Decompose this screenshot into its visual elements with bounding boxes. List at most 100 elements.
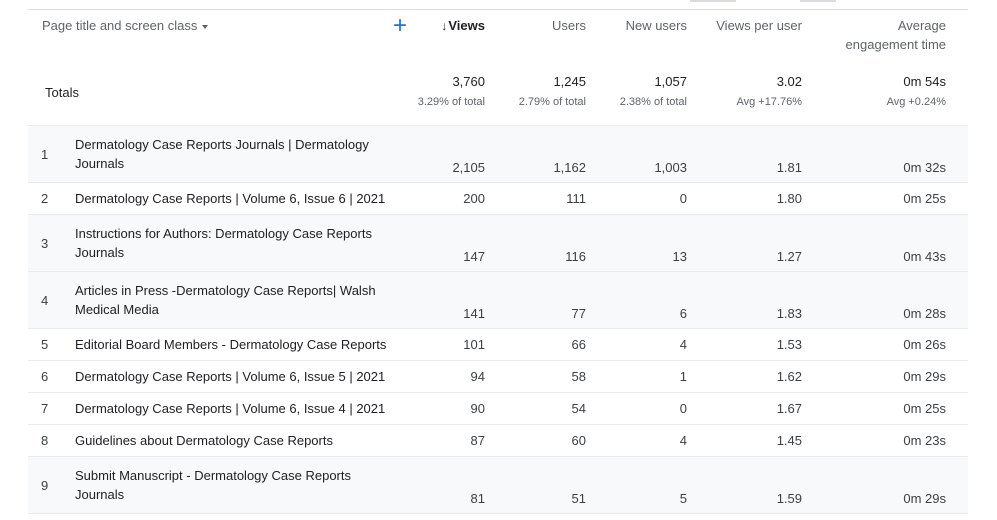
- totals-engagement: 0m 54s Avg +0.24%: [816, 59, 968, 126]
- row-views: 141: [409, 271, 499, 329]
- totals-row: Totals 3,760 3.29% of total 1,245 2.79% …: [28, 59, 968, 126]
- scroll-marker: [690, 0, 736, 2]
- caret-down-icon[interactable]: [202, 24, 209, 29]
- row-views: 81: [409, 456, 499, 514]
- table-header-row: Page title and screen class + ↓Views Use…: [28, 10, 968, 59]
- row-index: 6: [28, 360, 58, 393]
- row-engagement: 0m 28s: [816, 271, 968, 329]
- row-engagement: 0m 25s: [816, 392, 968, 425]
- dimension-selector[interactable]: Page title and screen class: [42, 18, 209, 33]
- row-new-users: 0: [600, 392, 701, 425]
- row-views: 90: [409, 392, 499, 425]
- row-page-title[interactable]: Articles in Press -Dermatology Case Repo…: [58, 271, 409, 329]
- row-index: 5: [28, 328, 58, 361]
- row-index: 3: [28, 214, 58, 272]
- table-body: 1 Dermatology Case Reports Journals | Der…: [28, 125, 968, 520]
- row-views: 94: [409, 360, 499, 393]
- row-engagement: 0m 23s: [816, 424, 968, 457]
- row-new-users: 13: [600, 214, 701, 272]
- row-views-per-user: 1.59: [701, 456, 816, 514]
- row-views-per-user: 1.83: [701, 271, 816, 329]
- row-index: 4: [28, 271, 58, 329]
- views-column-header[interactable]: ↓Views: [409, 10, 499, 59]
- table-row[interactable]: 1 Dermatology Case Reports Journals | Der…: [28, 125, 968, 183]
- totals-views-per-user-value: 3.02: [776, 74, 802, 89]
- table-row[interactable]: 8 Guidelines about Dermatology Case Repor…: [28, 424, 968, 457]
- row-index: 1: [28, 125, 58, 183]
- plus-icon[interactable]: +: [393, 14, 407, 38]
- row-title-line2: Journals: [75, 245, 125, 260]
- row-title-line1: Instructions for Authors: Dermatology Ca…: [75, 226, 372, 241]
- totals-users-value: 1,245: [553, 74, 586, 89]
- row-page-title[interactable]: Guidelines about Dermatology Case Report…: [58, 424, 409, 457]
- row-title-line1: Dermatology Case Reports | Volume 6, Iss…: [75, 401, 386, 416]
- table-row[interactable]: 2 Dermatology Case Reports | Volume 6, Is…: [28, 182, 968, 215]
- new-users-header-label: New users: [625, 18, 687, 33]
- table-row[interactable]: 6 Dermatology Case Reports | Volume 6, Is…: [28, 360, 968, 393]
- table-row[interactable]: 5 Editorial Board Members - Dermatology C…: [28, 328, 968, 361]
- views-per-user-column-header[interactable]: Views per user: [701, 10, 816, 59]
- totals-views-share: 3.29% of total: [417, 96, 485, 108]
- row-views-per-user: 1.27: [701, 214, 816, 272]
- totals-new-users-share: 2.38% of total: [619, 96, 687, 108]
- row-page-title[interactable]: Dermatology Case Reports Journals | Derm…: [58, 125, 409, 183]
- row-views: 78: [409, 513, 499, 520]
- totals-views: 3,760 3.29% of total: [409, 59, 499, 126]
- dimension-header-label: Page title and screen class: [42, 18, 198, 33]
- table-row[interactable]: 3 Instructions for Authors: Dermatology C…: [28, 214, 968, 272]
- row-title-line2: Medical Media: [75, 302, 159, 317]
- row-views: 101: [409, 328, 499, 361]
- row-views: 2,105: [409, 125, 499, 183]
- totals-users-share: 2.79% of total: [518, 96, 586, 108]
- scroll-marker: [800, 0, 836, 2]
- table-row[interactable]: 7 Dermatology Case Reports | Volume 6, Is…: [28, 392, 968, 425]
- row-title-line1: Guidelines about Dermatology Case Report…: [75, 433, 333, 448]
- row-page-title[interactable]: Editorial Board Members - Dermatology Ca…: [58, 328, 409, 361]
- row-views-per-user: 1.53: [701, 328, 816, 361]
- row-page-title[interactable]: Dermatology Case Reports | Volume 6, Iss…: [58, 182, 409, 215]
- row-engagement: 0m 29s: [816, 456, 968, 514]
- table-row[interactable]: 10Dermatology Case Reports | Volume 6, I…: [28, 513, 968, 520]
- totals-views-per-user-delta: Avg +17.76%: [736, 96, 802, 108]
- row-new-users: 6: [600, 271, 701, 329]
- totals-label: Totals: [45, 84, 79, 100]
- row-views: 87: [409, 424, 499, 457]
- row-views: 200: [409, 182, 499, 215]
- row-title-line2: Journals: [75, 487, 125, 502]
- row-title-line1: Dermatology Case Reports | Volume 6, Iss…: [75, 191, 386, 206]
- totals-engagement-delta: Avg +0.24%: [886, 96, 946, 108]
- row-users: 60: [499, 424, 600, 457]
- row-new-users: 1: [600, 360, 701, 393]
- views-per-user-header-label: Views per user: [716, 18, 802, 33]
- row-engagement: 0m 30s: [816, 513, 968, 520]
- totals-engagement-value: 0m 54s: [903, 74, 946, 89]
- row-users: 116: [499, 214, 600, 272]
- row-engagement: 0m 29s: [816, 360, 968, 393]
- row-page-title[interactable]: Instructions for Authors: Dermatology Ca…: [58, 214, 409, 272]
- row-title-line2: Journals: [75, 156, 125, 171]
- views-header-label: Views: [448, 18, 485, 33]
- row-page-title[interactable]: Dermatology Case Reports | Volume 6, Iss…: [58, 392, 409, 425]
- row-page-title[interactable]: Dermatology Case Reports | Volume 6, Iss…: [58, 513, 409, 520]
- row-index: 2: [28, 182, 58, 215]
- row-title-line1: Submit Manuscript - Dermatology Case Rep…: [75, 468, 351, 483]
- users-column-header[interactable]: Users: [499, 10, 600, 59]
- totals-new-users-value: 1,057: [654, 74, 687, 89]
- row-index: 10: [28, 513, 58, 520]
- arrow-down-icon: ↓: [441, 19, 448, 33]
- engagement-column-header[interactable]: Average engagement time: [816, 10, 968, 59]
- row-views-per-user: 1.81: [701, 125, 816, 183]
- row-page-title[interactable]: Dermatology Case Reports | Volume 6, Iss…: [58, 360, 409, 393]
- row-new-users: 1,003: [600, 125, 701, 183]
- row-users: 77: [499, 271, 600, 329]
- row-users: 66: [499, 328, 600, 361]
- dimension-header[interactable]: Page title and screen class +: [28, 10, 409, 59]
- table-row[interactable]: 9 Submit Manuscript - Dermatology Case Re…: [28, 456, 968, 514]
- row-new-users: 4: [600, 328, 701, 361]
- row-views-per-user: 1.45: [701, 424, 816, 457]
- row-page-title[interactable]: Submit Manuscript - Dermatology Case Rep…: [58, 456, 409, 514]
- table-row[interactable]: 4 Articles in Press -Dermatology Case Rep…: [28, 271, 968, 329]
- row-views-per-user: 1.66: [701, 513, 816, 520]
- new-users-column-header[interactable]: New users: [600, 10, 701, 59]
- row-title-line1: Editorial Board Members - Dermatology Ca…: [75, 337, 387, 352]
